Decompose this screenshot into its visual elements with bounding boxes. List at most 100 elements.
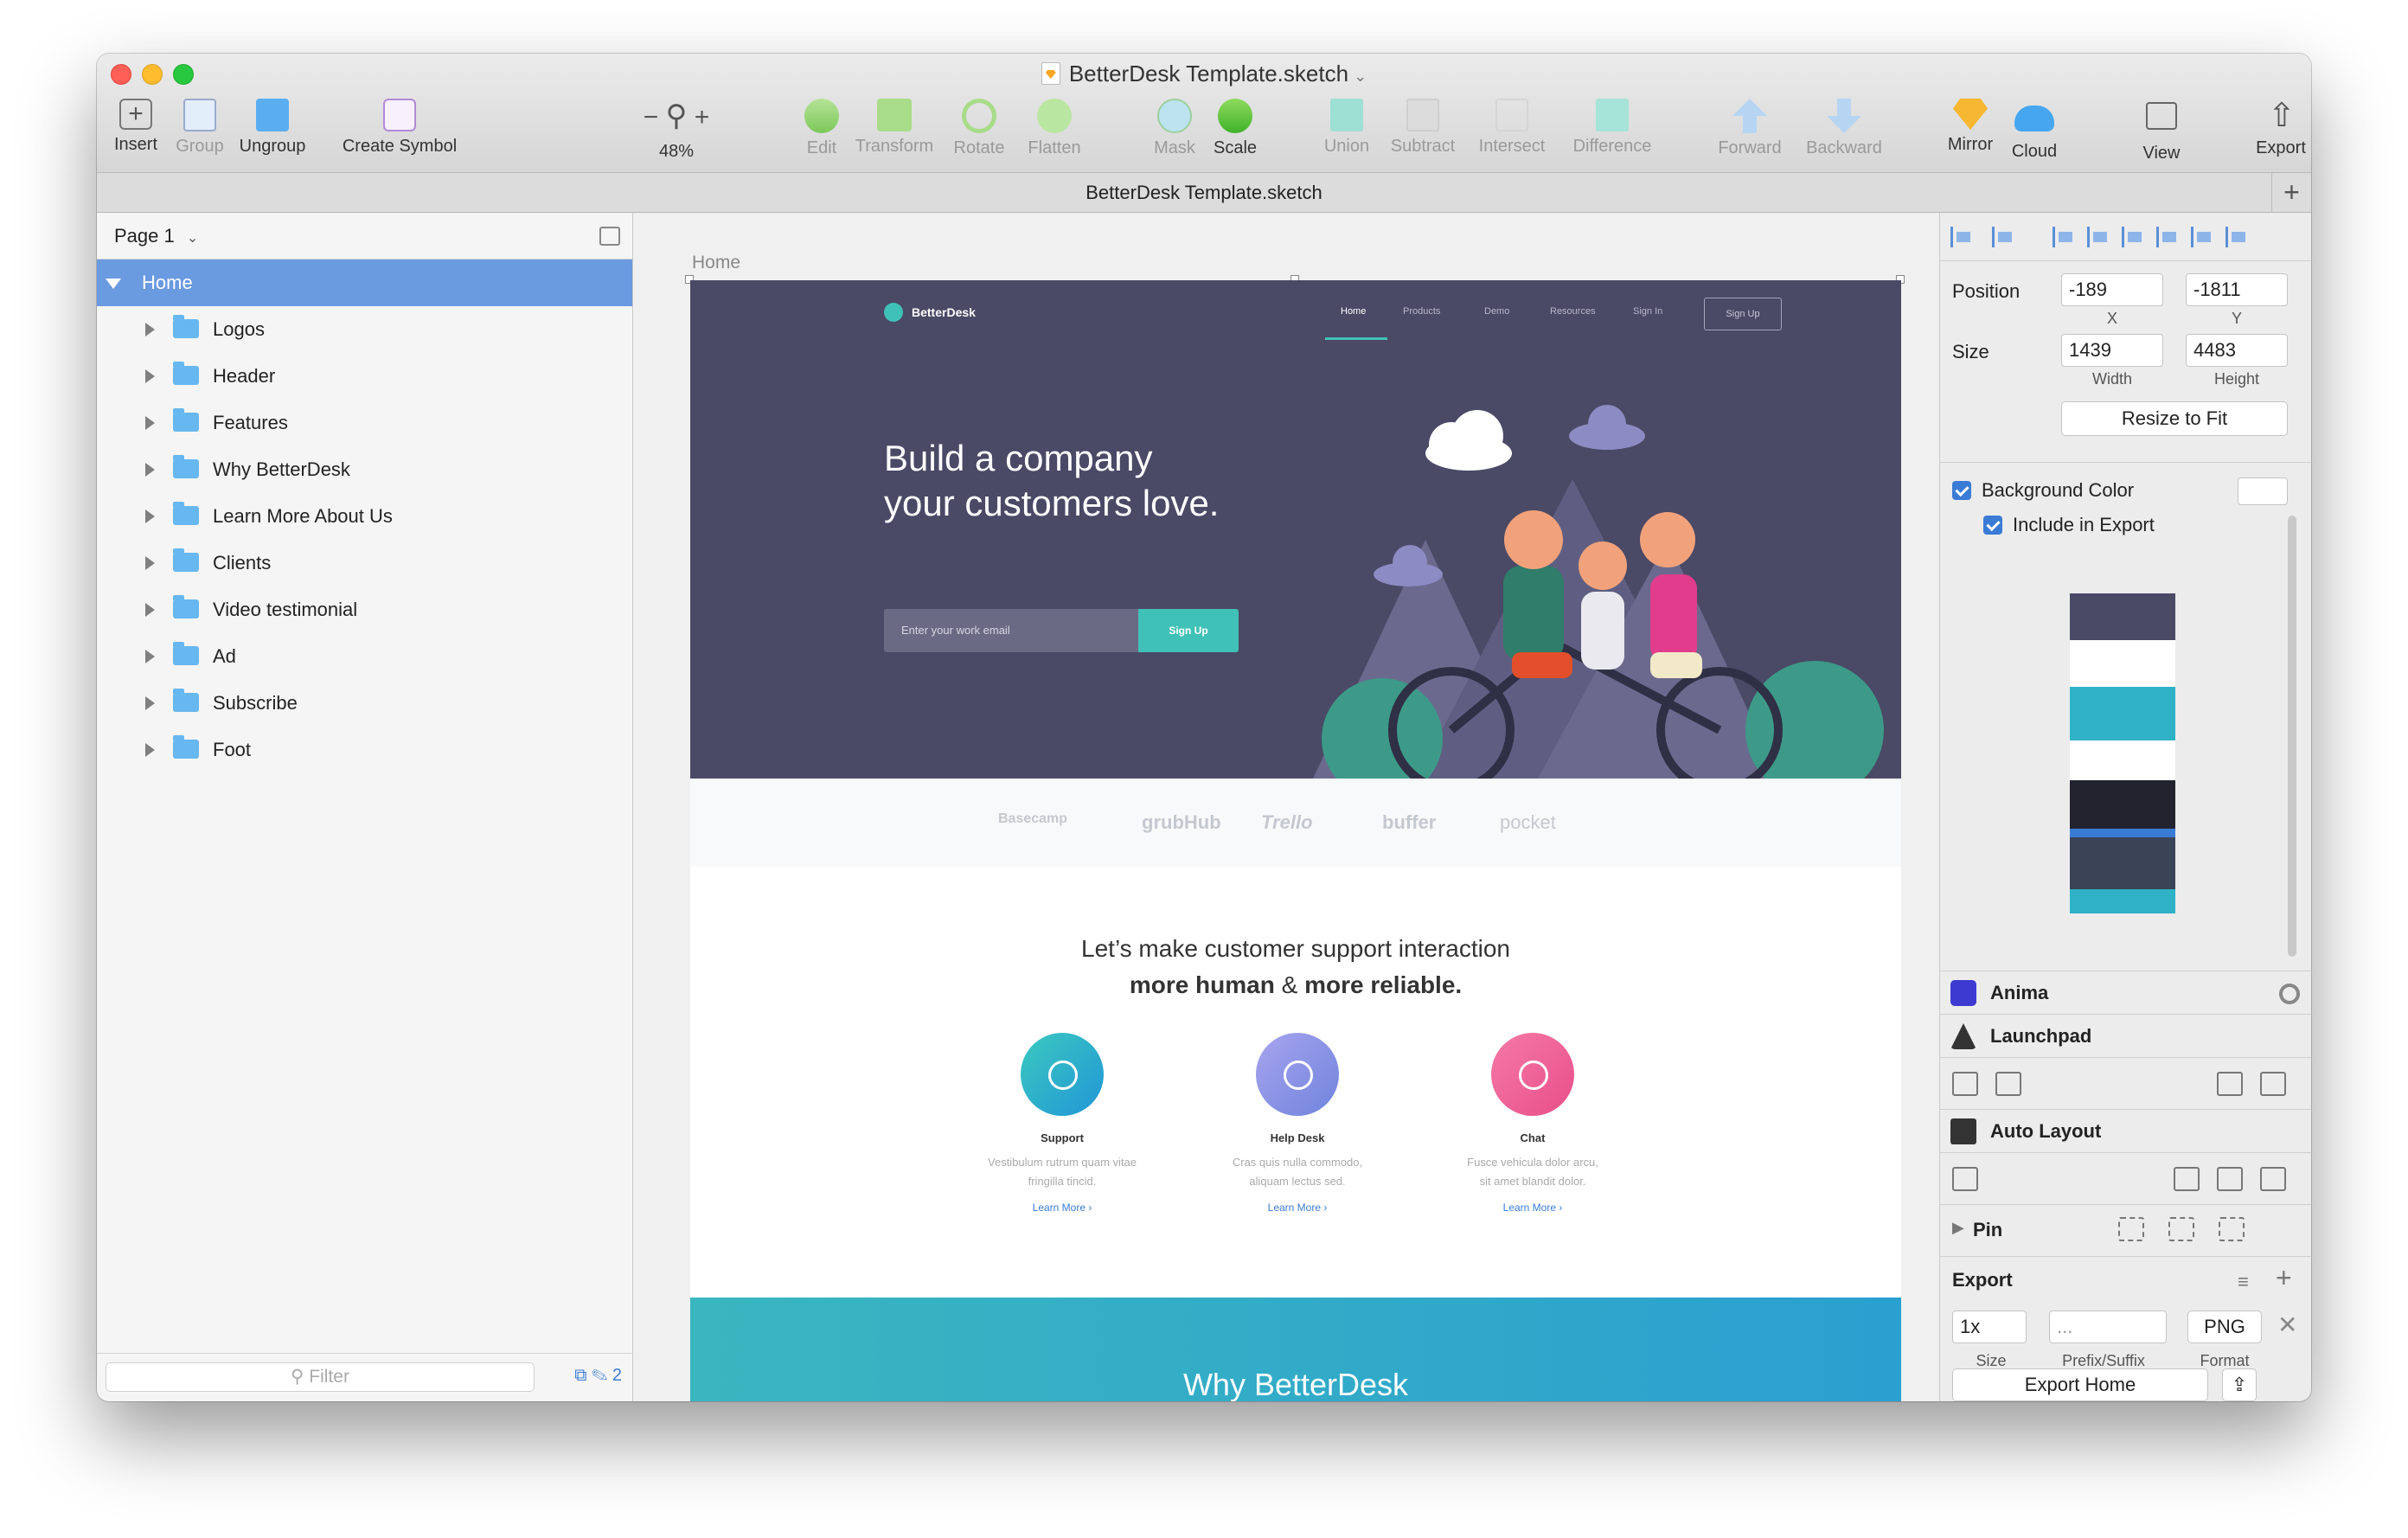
scale-icon	[1218, 99, 1252, 133]
mask-button[interactable]: Mask	[1147, 99, 1202, 158]
mirror-button[interactable]: Mirror	[1941, 99, 2000, 155]
align-left-icon[interactable]	[2053, 227, 2077, 247]
height-field[interactable]: 4483	[2186, 334, 2288, 367]
disclosure-triangle-icon[interactable]	[145, 369, 155, 383]
disclosure-triangle-icon[interactable]	[145, 603, 155, 617]
filter-input[interactable]: ⚲ Filter	[106, 1362, 535, 1392]
inspector-scrollbar[interactable]	[2288, 516, 2296, 957]
align-bottom-icon[interactable]	[2225, 227, 2250, 247]
document-tab[interactable]: BetterDesk Template.sketch	[1086, 182, 1322, 203]
trash-icon[interactable]	[2269, 1217, 2295, 1241]
transform-button[interactable]: Transform	[851, 99, 938, 157]
layer-group-item[interactable]: Ad	[97, 633, 632, 680]
distribute-horizontal-icon[interactable]	[1950, 227, 1975, 247]
group-button[interactable]: Group	[170, 99, 230, 157]
disclosure-triangle-icon[interactable]	[106, 279, 121, 289]
browser-icon[interactable]	[2217, 1072, 2243, 1096]
layer-group-item[interactable]: Video testimonial	[97, 586, 632, 633]
device-icon[interactable]	[2217, 1167, 2243, 1191]
disclosure-triangle-icon[interactable]	[145, 556, 155, 570]
artboard-label[interactable]: Home	[692, 253, 740, 273]
page-selector[interactable]: Page 1 ⌄	[97, 213, 632, 260]
export-options-icon[interactable]: ≡	[2238, 1271, 2249, 1293]
insert-button[interactable]: + Insert	[106, 99, 166, 155]
share-icon[interactable]: ⇪	[2222, 1368, 2257, 1401]
disclosure-triangle-icon[interactable]	[145, 696, 155, 710]
cloud-button[interactable]: Cloud	[2005, 99, 2064, 162]
flatten-button[interactable]: Flatten	[1021, 99, 1088, 158]
stack-icon[interactable]	[1952, 1167, 1978, 1191]
background-color-checkbox[interactable]	[1952, 481, 1971, 500]
export-home-button[interactable]: Export Home	[1952, 1368, 2208, 1401]
launchpad-section[interactable]: Launchpad	[1940, 1014, 2311, 1057]
layer-group-item[interactable]: Why BetterDesk	[97, 446, 632, 493]
disclosure-triangle-icon[interactable]	[145, 743, 155, 757]
intersect-button[interactable]: Intersect	[1467, 99, 1557, 157]
layer-group-item[interactable]: Logos	[97, 306, 632, 353]
cube-icon[interactable]	[1995, 1072, 2021, 1096]
y-field[interactable]: -1811	[2186, 273, 2288, 306]
pin-vertical-icon[interactable]	[2168, 1217, 2194, 1241]
layer-group-item[interactable]: Clients	[97, 540, 632, 586]
auto-layout-section[interactable]: Auto Layout	[1940, 1109, 2311, 1152]
layer-group-item[interactable]: Header	[97, 353, 632, 400]
new-tab-button[interactable]: +	[2271, 173, 2311, 213]
distribute-vertical-icon[interactable]	[1992, 227, 2016, 247]
anima-section[interactable]: Anima	[1940, 971, 2311, 1014]
create-symbol-button[interactable]: Create Symbol	[336, 99, 464, 157]
layer-group-item[interactable]: Foot	[97, 727, 632, 773]
disclosure-triangle-icon[interactable]	[145, 463, 155, 477]
resize-to-fit-button[interactable]: Resize to Fit	[2061, 401, 2288, 436]
pin-horizontal-icon[interactable]	[2219, 1217, 2245, 1241]
disclosure-triangle-icon[interactable]	[145, 416, 155, 430]
add-export-icon[interactable]: +	[2276, 1262, 2292, 1294]
view-button[interactable]: View	[2131, 99, 2192, 163]
artboard-home[interactable]: BetterDesk Home Products Demo Resources …	[690, 280, 1901, 1401]
canvas[interactable]: Home BetterDesk Home Products Demo Resou…	[633, 213, 1939, 1401]
grid-icon[interactable]	[2174, 1167, 2200, 1191]
zoom-control[interactable]: − ⚲ + 48%	[624, 99, 728, 162]
devices-icon[interactable]	[2260, 1167, 2286, 1191]
collapse-pages-icon[interactable]	[599, 227, 620, 246]
union-button[interactable]: Union	[1316, 99, 1377, 157]
disclosure-triangle-icon[interactable]	[145, 323, 155, 336]
backward-button[interactable]: Backward	[1797, 99, 1891, 158]
background-color-well[interactable]	[2238, 477, 2288, 505]
align-center-icon[interactable]	[2087, 227, 2111, 247]
align-right-icon[interactable]	[2122, 227, 2146, 247]
export-toolbar-button[interactable]: ⇧ Export	[2251, 99, 2311, 158]
align-top-icon[interactable]	[2156, 227, 2181, 247]
layer-group-item[interactable]: Subscribe	[97, 680, 632, 727]
export-format-select[interactable]: PNG	[2187, 1311, 2262, 1343]
export-size-field[interactable]: 1x	[1952, 1311, 2027, 1343]
layer-artboard-home[interactable]: Home	[97, 260, 632, 306]
layer-label: Foot	[213, 739, 252, 760]
launchpad-layout-icon[interactable]	[1952, 1072, 1978, 1096]
gear-icon[interactable]	[2279, 984, 2300, 1004]
edit-button[interactable]: Edit	[796, 99, 848, 158]
forward-button[interactable]: Forward	[1707, 99, 1792, 158]
width-field[interactable]: 1439	[2061, 334, 2163, 367]
subtract-button[interactable]: Subtract	[1382, 99, 1463, 157]
rocket-launch-icon[interactable]	[2260, 1072, 2286, 1096]
layer-filter-icons[interactable]: ⧉ ✎ 2	[574, 1366, 622, 1386]
slice-count: 2	[612, 1366, 622, 1385]
ungroup-button[interactable]: Ungroup	[232, 99, 313, 157]
scale-button[interactable]: Scale	[1207, 99, 1263, 158]
rotate-button[interactable]: Rotate	[948, 99, 1010, 158]
align-middle-icon[interactable]	[2191, 227, 2215, 247]
pin-all-icon[interactable]	[2118, 1217, 2144, 1241]
pin-section[interactable]: ▶ Pin	[1940, 1204, 2311, 1256]
disclosure-triangle-icon[interactable]	[145, 650, 155, 663]
layer-group-item[interactable]: Learn More About Us	[97, 493, 632, 540]
export-prefix-field[interactable]: ...	[2049, 1311, 2167, 1343]
remove-export-icon[interactable]: ✕	[2277, 1311, 2297, 1339]
x-field[interactable]: -189	[2061, 273, 2163, 306]
include-in-export-checkbox[interactable]	[1983, 516, 2002, 535]
disclosure-triangle-icon[interactable]	[145, 509, 155, 523]
scale-label: Scale	[1213, 138, 1258, 157]
layer-group-item[interactable]: Features	[97, 400, 632, 446]
document-title[interactable]: BetterDesk Template.sketch ⌄	[97, 61, 2311, 87]
difference-button[interactable]: Difference	[1559, 99, 1666, 157]
disclosure-triangle-icon[interactable]: ▶	[1952, 1219, 1964, 1237]
